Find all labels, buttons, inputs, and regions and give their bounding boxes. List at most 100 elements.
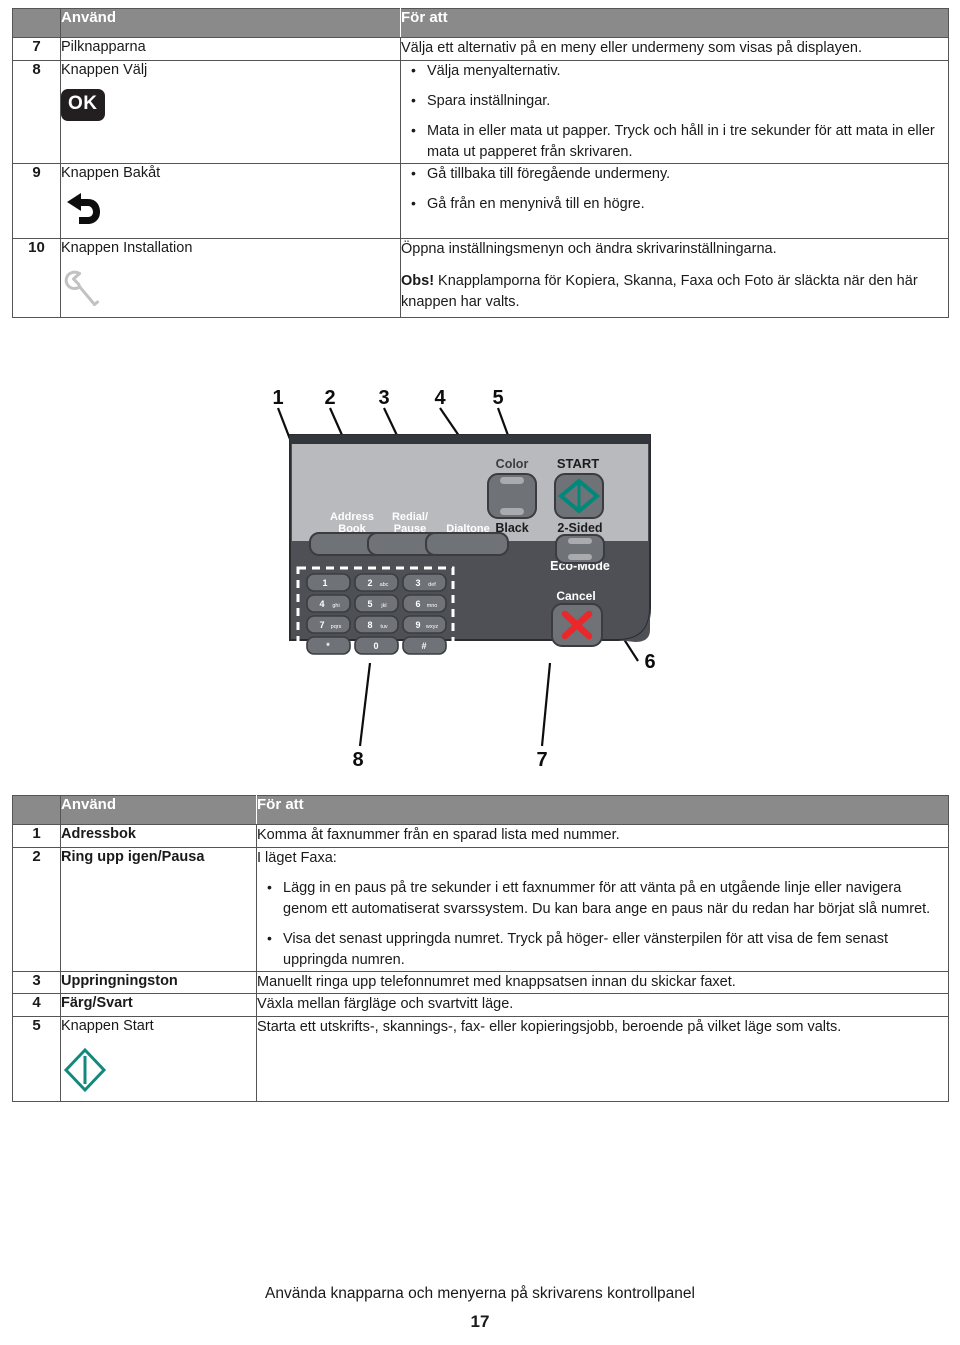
table-row: 1 Adressbok Komma åt faxnummer från en s…	[12, 824, 949, 848]
black-indicator	[500, 508, 524, 515]
table-row: 5 Knappen Start Starta ett utskrifts-, s…	[12, 1016, 949, 1102]
keypad-key-4	[306, 594, 351, 613]
row-description: Öppna inställningsmenyn och ändra skriva…	[401, 238, 949, 317]
row-description: Starta ett utskrifts-, skannings-, fax- …	[257, 1019, 842, 1036]
keypad-key-3	[402, 573, 447, 592]
list-item: Gå tillbaka till föregående undermeny.	[411, 163, 948, 185]
row-number: 9	[12, 163, 61, 239]
control-panel-figure: Address Book Redial/ Pause Dialtone Colo…	[250, 380, 710, 780]
top-table-header-num	[12, 8, 61, 38]
top-table-header-purpose: För att	[400, 8, 949, 38]
svg-text:8: 8	[367, 620, 372, 630]
keypad-key-9	[402, 615, 447, 634]
row-name: Pilknapparna	[60, 37, 401, 61]
bullet-list: Välja menyalternativ. Spara inställninga…	[401, 60, 948, 163]
row-number: 7	[12, 37, 61, 61]
bullet-list: Lägg in en paus på tre sekunder i ett fa…	[257, 876, 948, 971]
callout-5: 5	[492, 387, 503, 409]
wrench-icon	[61, 267, 400, 318]
keypad-key-6	[402, 594, 447, 613]
cancel-label: Cancel	[556, 589, 595, 603]
row-number: 2	[12, 847, 61, 972]
color-indicator	[500, 477, 524, 484]
callout-1: 1	[272, 387, 283, 409]
row-description: Manuellt ringa upp telefonnumret med kna…	[256, 971, 949, 995]
table-row: 7 Pilknapparna Välja ett alternativ på e…	[12, 37, 949, 61]
callout-6: 6	[644, 651, 655, 673]
svg-text:pqrs: pqrs	[331, 624, 342, 630]
row-name: Knappen Bakåt	[60, 163, 401, 239]
svg-text:1: 1	[322, 578, 327, 588]
back-arrow-icon	[61, 191, 400, 238]
row-name: Knappen Välj OK	[60, 60, 401, 164]
row-name-text: Knappen Välj	[61, 61, 148, 78]
color-label: Color	[496, 457, 529, 471]
list-item: Visa det senast uppringda numret. Tryck …	[267, 928, 948, 971]
svg-text:jkl: jkl	[380, 603, 386, 609]
footer-title: Använda knapparna och menyerna på skriva…	[265, 1285, 695, 1302]
bullet-list: Gå tillbaka till föregående undermeny. G…	[401, 163, 948, 215]
svg-text:9: 9	[415, 620, 420, 630]
row-name: Uppringningston	[60, 971, 257, 995]
row-description-text: Välja ett alternativ på en meny eller un…	[401, 40, 863, 56]
table-row: 2 Ring upp igen/Pausa I läget Faxa: Lägg…	[12, 847, 949, 972]
ok-button-icon: OK	[61, 89, 105, 122]
bottom-table-header-purpose: För att	[256, 795, 949, 825]
svg-text:ghi: ghi	[332, 603, 339, 609]
eco-mode-indicator	[568, 554, 592, 560]
svg-text:6: 6	[415, 599, 420, 609]
callout-7: 7	[536, 749, 547, 771]
top-reference-table: Använd För att 7 Pilknapparna Välja ett …	[12, 8, 949, 319]
top-table-header-use: Använd	[60, 8, 401, 38]
svg-text:0: 0	[373, 641, 378, 651]
row-name: Knappen Installation	[60, 238, 401, 318]
row-description: I läget Faxa: Lägg in en paus på tre sek…	[256, 847, 949, 972]
row-number: 1	[12, 824, 61, 848]
bottom-table-header-row: Använd För att	[12, 795, 949, 825]
svg-text:#: #	[421, 641, 426, 651]
start-label: START	[557, 456, 599, 471]
table-row: 9 Knappen Bakåt Gå tillbaka till föregåe…	[12, 163, 949, 239]
keypad-key-1	[306, 573, 351, 592]
row-name-text: Knappen Installation	[61, 239, 193, 256]
row-name: Knappen Start	[60, 1016, 257, 1102]
row-description-text: Öppna inställningsmenyn och ändra skriva…	[401, 240, 777, 257]
bottom-table-header-num	[12, 795, 61, 825]
table-row: 8 Knappen Välj OK Välja menyalternativ. …	[12, 60, 949, 164]
svg-text:mno: mno	[427, 603, 438, 609]
keypad-key-8	[354, 615, 399, 634]
table-row: 10 Knappen Installation Öppna inställnin…	[12, 238, 949, 318]
row-number: 10	[12, 238, 61, 318]
row-description: Växla mellan färgläge och svartvitt läge…	[256, 993, 949, 1018]
row-name-text: Pilknapparna	[61, 39, 146, 55]
note-text: Knapplamporna för Kopiera, Skanna, Faxa …	[401, 272, 918, 311]
panel-top-strip	[290, 435, 650, 444]
row-description: Välja menyalternativ. Spara inställninga…	[400, 60, 949, 164]
row-number: 4	[12, 993, 61, 1018]
callout-2: 2	[324, 387, 335, 409]
callout-3: 3	[378, 387, 389, 409]
redial-pause-label-line1: Redial/	[392, 511, 428, 523]
list-item: Gå från en menynivå till en högre.	[411, 193, 948, 215]
dialtone-button	[425, 532, 509, 556]
keypad-key-7	[306, 615, 351, 634]
list-item: Spara inställningar.	[411, 90, 948, 112]
svg-text:4: 4	[319, 599, 324, 609]
row-name-text: Knappen Start	[61, 1018, 154, 1035]
svg-text:wxyz: wxyz	[425, 624, 438, 630]
two-sided-indicator	[568, 538, 592, 544]
row-name: Ring upp igen/Pausa	[60, 847, 257, 972]
svg-text:abc: abc	[380, 582, 389, 588]
list-item: Välja menyalternativ.	[411, 60, 948, 82]
address-book-label-line1: Address	[330, 511, 374, 523]
table-row: 4 Färg/Svart Växla mellan färgläge och s…	[12, 993, 949, 1018]
keypad-key-2	[354, 573, 399, 592]
row-name: Adressbok	[60, 824, 257, 848]
start-diamond-icon	[61, 1045, 256, 1102]
top-table-header-row: Använd För att	[12, 8, 949, 38]
row-number: 8	[12, 60, 61, 164]
list-item: Mata in eller mata ut papper. Tryck och …	[411, 120, 948, 163]
row-description: Välja ett alternativ på en meny eller un…	[400, 37, 949, 61]
svg-text:*: *	[326, 641, 330, 651]
svg-text:5: 5	[367, 599, 372, 609]
